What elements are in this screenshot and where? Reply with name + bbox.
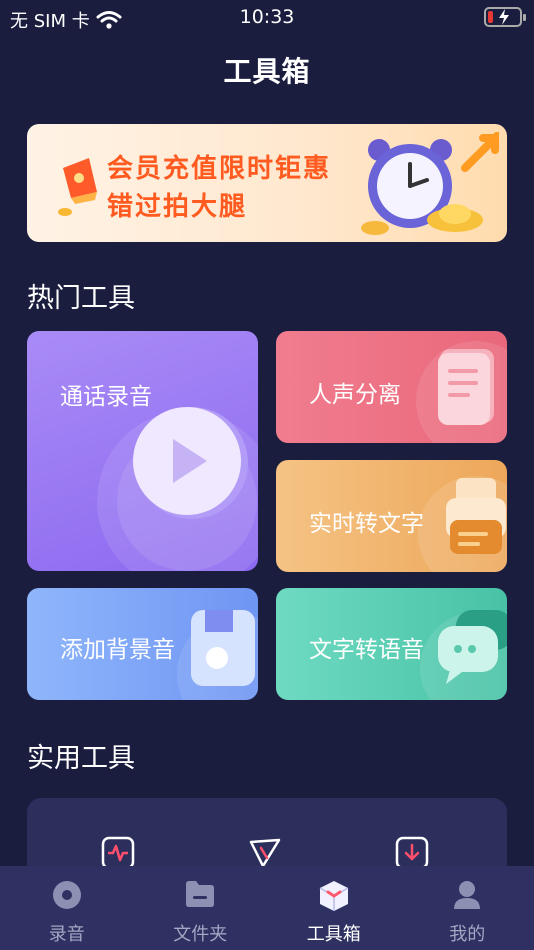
tab-label: 录音: [48, 924, 85, 945]
folder-icon: [186, 881, 215, 907]
megaphone-icon: [58, 158, 97, 216]
sd-card-icon: [177, 610, 258, 700]
tab-label: 文件夹: [173, 924, 228, 945]
record-icon: [52, 881, 81, 909]
banner-line2: 错过拍大腿: [107, 192, 248, 222]
tab-label: 我的: [449, 924, 486, 945]
tool-card-call-recording[interactable]: 通话录音: [27, 331, 258, 571]
promo-banner[interactable]: 会员充值限时钜惠 错过拍大腿: [27, 124, 507, 242]
play-icon: [97, 407, 258, 571]
page-title: 工具箱: [223, 55, 311, 88]
scissors-icon[interactable]: [247, 836, 283, 870]
tab-bar: 录音 文件夹 工具箱 我的: [0, 866, 534, 950]
tab-label: 工具箱: [306, 924, 361, 945]
tool-card-label: 人声分离: [309, 382, 401, 408]
tool-card-label: 实时转文字: [309, 511, 424, 537]
utility-tools-title: 实用工具: [27, 743, 135, 774]
status-time: 10:33: [239, 6, 295, 28]
tool-card-vocal-separation[interactable]: 人声分离: [276, 331, 507, 443]
waveform-icon[interactable]: [101, 836, 135, 870]
status-bar: 无 SIM 卡 10:33: [0, 0, 534, 36]
alarm-clock-icon: [361, 132, 499, 235]
tool-card-realtime-transcribe[interactable]: 实时转文字: [276, 460, 507, 572]
tab-folder[interactable]: 文件夹: [134, 866, 268, 950]
download-icon[interactable]: [395, 836, 429, 870]
chat-bubble-icon: [420, 610, 507, 700]
tool-card-text-to-speech[interactable]: 文字转语音: [276, 588, 507, 700]
tab-record[interactable]: 录音: [0, 866, 134, 950]
document-icon: [416, 341, 507, 443]
tab-toolbox[interactable]: 工具箱: [267, 866, 401, 950]
tool-card-add-bgm[interactable]: 添加背景音: [27, 588, 258, 700]
banner-line1: 会员充值限时钜惠: [107, 154, 332, 184]
tab-mine[interactable]: 我的: [401, 866, 534, 950]
printer-icon: [418, 476, 507, 572]
battery-icon: [484, 7, 526, 27]
hot-tools-title: 热门工具: [27, 283, 135, 314]
toolbox-icon: [319, 881, 349, 911]
person-icon: [454, 881, 481, 909]
tool-card-label: 文字转语音: [309, 637, 424, 663]
